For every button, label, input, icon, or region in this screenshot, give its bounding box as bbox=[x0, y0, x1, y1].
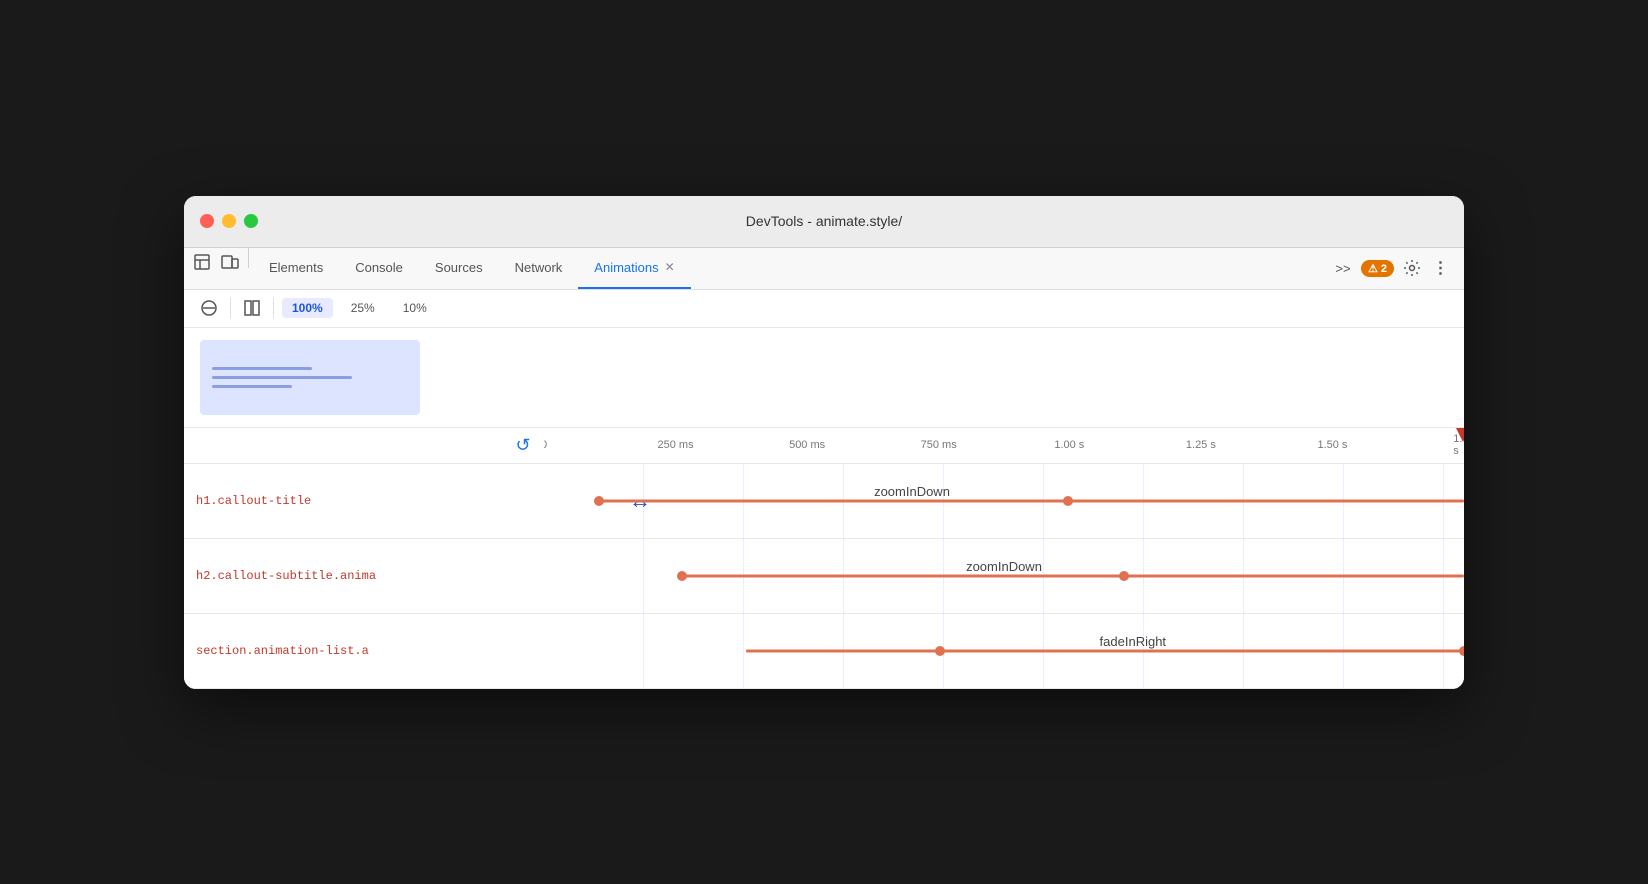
animation-row-1: h1.callout-title ↔ bbox=[184, 464, 1464, 539]
window-title: DevTools - animate.style/ bbox=[746, 213, 902, 229]
tick-1s: 1.00 s bbox=[1054, 439, 1084, 451]
tab-sources[interactable]: Sources bbox=[419, 248, 499, 289]
toolbar-divider bbox=[248, 248, 249, 268]
row-1-dot-mid bbox=[1063, 496, 1073, 506]
devtools-window: DevTools - animate.style/ Elements bbox=[184, 196, 1464, 689]
tick-125s: 1.25 s bbox=[1186, 439, 1216, 451]
tab-bar-right: >> ⚠ 2 ⋮ bbox=[1329, 248, 1460, 289]
traffic-lights bbox=[200, 214, 258, 228]
animation-rows: h1.callout-title ↔ bbox=[184, 464, 1464, 689]
ruler-marks: 0 250 ms 500 ms 750 ms 1.00 s 1.25 s 1.5… bbox=[544, 428, 1464, 463]
row-2-dot-start bbox=[677, 571, 687, 581]
tick-250ms: 250 ms bbox=[658, 439, 694, 451]
row-1-label[interactable]: h1.callout-title bbox=[184, 494, 544, 508]
row-1-bar[interactable] bbox=[599, 499, 1464, 502]
toolbar-divider-2 bbox=[273, 298, 274, 318]
speed-25-button[interactable]: 25% bbox=[341, 298, 385, 318]
row-3-anim-label: fadeInRight bbox=[1100, 634, 1167, 649]
tab-network[interactable]: Network bbox=[499, 248, 579, 289]
minimize-button[interactable] bbox=[222, 214, 236, 228]
devtools-body: Elements Console Sources Network Animati… bbox=[184, 248, 1464, 689]
row-3-bar[interactable] bbox=[746, 649, 1464, 652]
row-1-track: ↔ zoomInDown bbox=[544, 464, 1464, 538]
row-1-anim-label: zoomInDown bbox=[874, 484, 950, 499]
close-button[interactable] bbox=[200, 214, 214, 228]
layout-icon[interactable] bbox=[239, 295, 265, 321]
row-3-label[interactable]: section.animation-list.a bbox=[184, 644, 544, 658]
row-3-dot-end bbox=[1459, 646, 1464, 656]
scrubber-indicator[interactable] bbox=[1456, 428, 1464, 442]
tab-console[interactable]: Console bbox=[339, 248, 419, 289]
animations-toolbar: 100% 25% 10% bbox=[184, 290, 1464, 328]
more-tabs-button[interactable]: >> bbox=[1329, 254, 1357, 282]
preview-line-1 bbox=[212, 367, 312, 370]
tab-animations[interactable]: Animations ✕ bbox=[578, 248, 690, 289]
titlebar: DevTools - animate.style/ bbox=[184, 196, 1464, 248]
preview-line-3 bbox=[212, 385, 292, 388]
maximize-button[interactable] bbox=[244, 214, 258, 228]
animation-row-2: h2.callout-subtitle.anima zoomInDown bbox=[184, 539, 1464, 614]
tick-0: 0 bbox=[544, 439, 547, 451]
row-2-anim-label: zoomInDown bbox=[966, 559, 1042, 574]
tick-500ms: 500 ms bbox=[789, 439, 825, 451]
row-2-bar[interactable] bbox=[682, 574, 1464, 577]
warning-badge[interactable]: ⚠ 2 bbox=[1361, 260, 1394, 277]
row-2-dot-mid bbox=[1119, 571, 1129, 581]
row-1-dot-start bbox=[594, 496, 604, 506]
replay-button[interactable]: ↺ bbox=[510, 432, 536, 458]
timeline-ruler: ↺ 0 250 ms 500 ms 750 ms 1.00 s 1.25 s 1… bbox=[184, 428, 1464, 464]
row-2-label[interactable]: h2.callout-subtitle.anima bbox=[184, 569, 544, 583]
tick-750ms: 750 ms bbox=[921, 439, 957, 451]
settings-button[interactable] bbox=[1398, 254, 1426, 282]
clear-animations-button[interactable] bbox=[196, 295, 222, 321]
speed-10-button[interactable]: 10% bbox=[393, 298, 437, 318]
device-toggle-icon[interactable] bbox=[216, 248, 244, 276]
tab-bar: Elements Console Sources Network Animati… bbox=[184, 248, 1464, 290]
speed-100-button[interactable]: 100% bbox=[282, 298, 333, 318]
ruler-left: ↺ bbox=[184, 432, 544, 458]
row-2-track: zoomInDown bbox=[544, 539, 1464, 613]
preview-area bbox=[184, 328, 1464, 428]
timeline-container: ↺ 0 250 ms 500 ms 750 ms 1.00 s 1.25 s 1… bbox=[184, 428, 1464, 689]
tick-150s: 1.50 s bbox=[1317, 439, 1347, 451]
animation-row-3: section.animation-list.a fadeInRight bbox=[184, 614, 1464, 689]
more-options-button[interactable]: ⋮ bbox=[1430, 254, 1452, 282]
row-3-dot-start bbox=[935, 646, 945, 656]
tab-elements[interactable]: Elements bbox=[253, 248, 339, 289]
row-3-track: fadeInRight bbox=[544, 614, 1464, 688]
toolbar-divider-1 bbox=[230, 298, 231, 318]
inspector-icon[interactable] bbox=[188, 248, 216, 276]
preview-box bbox=[200, 340, 420, 415]
preview-line-2 bbox=[212, 376, 352, 379]
tab-close-animations[interactable]: ✕ bbox=[665, 260, 675, 274]
